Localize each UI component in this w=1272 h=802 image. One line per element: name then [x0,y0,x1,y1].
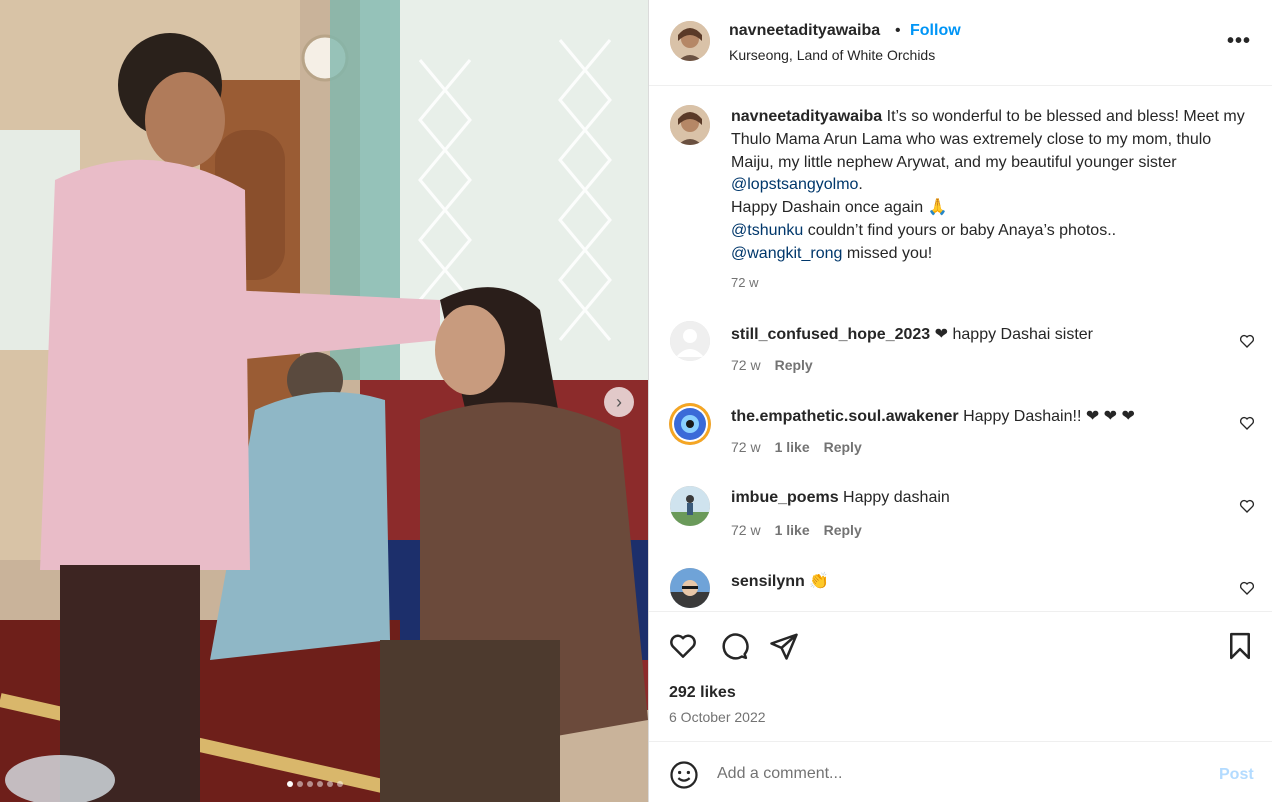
post-photo[interactable]: › [0,0,648,802]
comment-like-heart-icon[interactable] [1239,498,1255,514]
comment-meta: 72 w 1 like Reply [731,439,862,455]
comment-likes[interactable]: 1 like [775,439,810,455]
heart-icon[interactable] [668,631,698,661]
avatar[interactable] [670,321,710,361]
comment-meta: 72 w Reply [731,357,813,373]
caption-text: Happy Dashain once again 🙏 [731,199,948,217]
comment-username[interactable]: still_confused_hope_2023 [731,326,930,343]
comment-username[interactable]: imbue_poems [731,489,839,506]
mention-link[interactable]: @tshunku [731,222,803,239]
avatar[interactable] [670,21,710,61]
caption-username[interactable]: navneetadityawaiba [731,108,882,125]
mention-link[interactable]: @lopstsangyolmo [731,176,858,193]
carousel-dot [287,781,293,787]
mention-link[interactable]: @wangkit_rong [731,245,842,262]
comment-icon[interactable] [719,631,749,661]
instagram-post: › navneetadityawaiba • Follow Kurseong, … [0,0,1272,802]
avatar[interactable] [670,486,710,526]
likes-count[interactable]: 292 likes [669,684,736,702]
avatar[interactable] [670,105,710,145]
comment-input[interactable] [717,758,1197,790]
comment-body: ❤ happy Dashai sister [934,326,1094,343]
reply-button[interactable]: Reply [775,357,813,373]
carousel-next-button[interactable]: › [604,387,634,417]
reply-button[interactable]: Reply [824,522,862,538]
caption-text: couldn’t find yours or baby Anaya’s phot… [807,221,1117,239]
comment-body: Happy dashain [843,489,950,506]
comment-username[interactable]: sensilynn [731,573,805,590]
comment-like-heart-icon[interactable] [1239,333,1255,349]
comments-list: navneetadityawaiba It’s so wonderful to … [649,87,1272,611]
post-location[interactable]: Kurseong, Land of White Orchids [729,47,935,63]
post-date[interactable]: 6 October 2022 [669,709,766,725]
comment-username[interactable]: the.empathetic.soul.awakener [731,408,959,425]
comment-text: imbue_poems Happy dashain [731,489,950,507]
comment-text: still_confused_hope_2023 ❤ happy Dashai … [731,324,1093,344]
photo-illustration [0,0,648,802]
post-sidebar: navneetadityawaiba • Follow Kurseong, La… [648,0,1272,802]
avatar[interactable] [669,403,711,445]
avatar[interactable] [670,568,710,608]
comment-time[interactable]: 72 w [731,522,761,538]
carousel-dot [317,781,323,787]
carousel-dot [327,781,333,787]
carousel-dot [307,781,313,787]
follow-button[interactable]: Follow [910,22,961,40]
caption-timestamp[interactable]: 72 w [731,275,758,290]
more-options-icon[interactable]: ••• [1227,30,1251,53]
header-separator: • [895,22,901,39]
post-caption: navneetadityawaiba It’s so wonderful to … [731,106,1251,266]
emoji-icon[interactable] [669,760,699,790]
comment-body: 👏 [809,573,830,590]
comment-time[interactable]: 72 w [731,439,761,455]
comment-text: sensilynn 👏 [731,571,829,591]
carousel-dot [297,781,303,787]
share-icon[interactable] [769,631,799,661]
carousel-dot [337,781,343,787]
comment-time[interactable]: 72 w [731,357,761,373]
comment-like-heart-icon[interactable] [1239,415,1255,431]
carousel-dots [287,781,343,787]
bookmark-icon[interactable] [1225,631,1255,661]
comment-like-heart-icon[interactable] [1239,580,1255,596]
caption-text: . [858,176,863,194]
reply-button[interactable]: Reply [824,439,862,455]
caption-text: missed you! [846,244,933,262]
header-username[interactable]: navneetadityawaiba [729,22,880,40]
comment-meta: 72 w 1 like Reply [731,522,862,538]
comment-likes[interactable]: 1 like [775,522,810,538]
post-button[interactable]: Post [1219,766,1254,784]
comment-bar: Post [649,741,1272,802]
post-header: navneetadityawaiba • Follow Kurseong, La… [649,0,1272,86]
post-actions: 292 likes 6 October 2022 [649,611,1272,741]
comment-text: the.empathetic.soul.awakener Happy Dasha… [731,406,1135,426]
comment-body: Happy Dashain!! ❤ ❤ ❤ [963,408,1135,425]
